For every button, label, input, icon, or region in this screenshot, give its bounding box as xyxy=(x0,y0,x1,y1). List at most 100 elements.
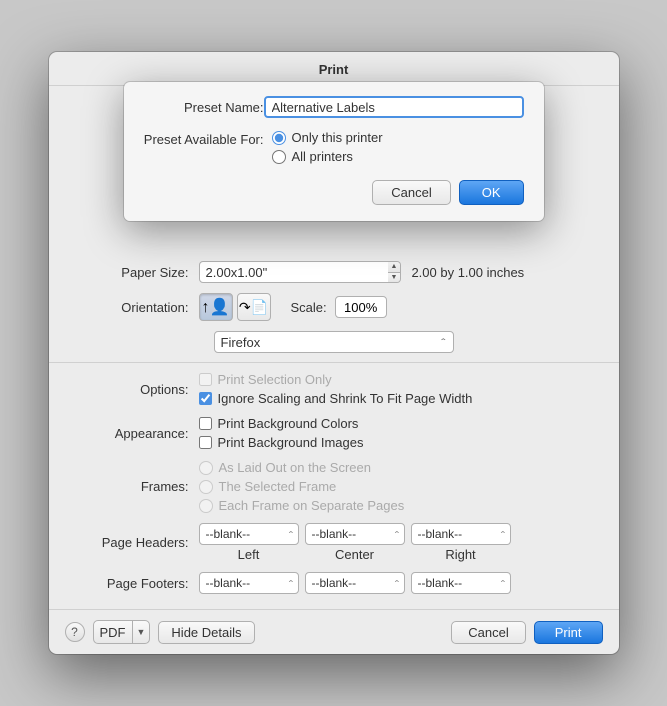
portrait-button[interactable]: ↑👤 xyxy=(199,293,233,321)
print-selection-label: Print Selection Only xyxy=(218,372,332,387)
preset-for-row: Preset Available For: Only this printer … xyxy=(124,124,544,170)
print-bg-images-label: Print Background Images xyxy=(218,435,364,450)
options-group: Print Selection Only Ignore Scaling and … xyxy=(199,372,473,406)
paper-size-stepper: ▲ ▼ xyxy=(388,261,402,283)
print-bg-colors-option[interactable]: Print Background Colors xyxy=(199,416,364,431)
portrait-icon: ↑👤 xyxy=(202,297,230,317)
paper-size-label: Paper Size: xyxy=(69,265,199,280)
orientation-buttons: ↑👤 ↷📄 xyxy=(199,293,271,321)
scale-input[interactable] xyxy=(335,296,387,318)
firefox-select-wrapper: Firefox xyxy=(214,331,454,353)
paper-size-select-wrapper: ▲ ▼ xyxy=(199,261,402,283)
headers-container: --blank-- --blank-- --blank-- xyxy=(199,523,511,562)
header-right-select[interactable]: --blank-- xyxy=(411,523,511,545)
frame-selected-option: The Selected Frame xyxy=(199,479,405,494)
pdf-label: PDF xyxy=(94,625,132,640)
modal-ok-button[interactable]: OK xyxy=(459,180,524,205)
print-dialog: Print Preset Name: Preset Available For:… xyxy=(49,52,619,654)
frame-as-laid-out-label: As Laid Out on the Screen xyxy=(219,460,371,475)
preset-modal: Preset Name: Preset Available For: Only … xyxy=(124,82,544,221)
footer-center-wrapper: --blank-- xyxy=(305,572,405,594)
modal-buttons: Cancel OK xyxy=(124,170,544,205)
scale-label: Scale: xyxy=(291,300,327,315)
scale-group: Scale: xyxy=(291,296,387,318)
page-footers-row: Page Footers: --blank-- --blank-- --blan… xyxy=(49,567,619,599)
footer-center-select[interactable]: --blank-- xyxy=(305,572,405,594)
paper-size-row: Paper Size: ▲ ▼ 2.00 by 1.00 inches xyxy=(49,256,619,288)
cancel-button[interactable]: Cancel xyxy=(451,621,525,644)
print-bg-colors-checkbox[interactable] xyxy=(199,417,212,430)
orientation-label: Orientation: xyxy=(69,300,199,315)
modal-cancel-button[interactable]: Cancel xyxy=(372,180,450,205)
paper-size-up-arrow[interactable]: ▲ xyxy=(388,262,401,273)
only-this-printer-radio[interactable] xyxy=(272,131,286,145)
print-button[interactable]: Print xyxy=(534,621,603,644)
preset-radio-group: Only this printer All printers xyxy=(272,130,383,164)
ignore-scaling-checkbox[interactable] xyxy=(199,392,212,405)
help-button[interactable]: ? xyxy=(65,622,85,642)
page-headers-label: Page Headers: xyxy=(69,535,199,550)
dialog-title: Print xyxy=(49,52,619,86)
frames-row: Frames: As Laid Out on the Screen The Se… xyxy=(49,455,619,518)
frame-as-laid-out-radio xyxy=(199,461,213,475)
print-bg-colors-label: Print Background Colors xyxy=(218,416,359,431)
header-right-wrapper: --blank-- xyxy=(411,523,511,545)
print-bg-images-checkbox[interactable] xyxy=(199,436,212,449)
frames-label: Frames: xyxy=(69,479,199,494)
landscape-button[interactable]: ↷📄 xyxy=(237,293,271,321)
page-headers-row: Page Headers: --blank-- --blank-- xyxy=(49,518,619,567)
pdf-dropdown-arrow: ▼ xyxy=(132,621,150,643)
headers-selects: --blank-- --blank-- --blank-- xyxy=(199,523,511,545)
frame-as-laid-out-option: As Laid Out on the Screen xyxy=(199,460,405,475)
footers-selects: --blank-- --blank-- --blank-- xyxy=(199,572,511,594)
header-left-select[interactable]: --blank-- xyxy=(199,523,299,545)
dialog-bottom: ? PDF ▼ Hide Details Cancel Print xyxy=(49,609,619,654)
footer-right-wrapper: --blank-- xyxy=(411,572,511,594)
footer-left-select[interactable]: --blank-- xyxy=(199,572,299,594)
preset-available-label: Preset Available For: xyxy=(144,130,264,147)
preset-name-row: Preset Name: xyxy=(124,82,544,124)
only-this-printer-label: Only this printer xyxy=(292,130,383,145)
frame-each-separate-option: Each Frame on Separate Pages xyxy=(199,498,405,513)
hide-details-button[interactable]: Hide Details xyxy=(158,621,254,644)
only-this-printer-option[interactable]: Only this printer xyxy=(272,130,383,145)
all-printers-radio[interactable] xyxy=(272,150,286,164)
frames-group: As Laid Out on the Screen The Selected F… xyxy=(199,460,405,513)
appearance-label: Appearance: xyxy=(69,426,199,441)
options-label: Options: xyxy=(69,382,199,397)
paper-size-down-arrow[interactable]: ▼ xyxy=(388,273,401,283)
ignore-scaling-option[interactable]: Ignore Scaling and Shrink To Fit Page Wi… xyxy=(199,391,473,406)
header-center-select[interactable]: --blank-- xyxy=(305,523,405,545)
appearance-group: Print Background Colors Print Background… xyxy=(199,416,364,450)
preset-name-input[interactable] xyxy=(264,96,524,118)
all-printers-option[interactable]: All printers xyxy=(272,149,383,164)
preset-name-label: Preset Name: xyxy=(144,100,264,115)
page-footers-label: Page Footers: xyxy=(69,576,199,591)
footer-left-wrapper: --blank-- xyxy=(199,572,299,594)
footer-right-select[interactable]: --blank-- xyxy=(411,572,511,594)
orientation-row: Orientation: ↑👤 ↷📄 Scale: xyxy=(49,288,619,326)
appearance-row: Appearance: Print Background Colors Prin… xyxy=(49,411,619,455)
print-bg-images-option[interactable]: Print Background Images xyxy=(199,435,364,450)
firefox-row: Firefox xyxy=(49,326,619,358)
frame-selected-label: The Selected Frame xyxy=(219,479,337,494)
header-left-wrapper: --blank-- xyxy=(199,523,299,545)
header-center-wrapper: --blank-- xyxy=(305,523,405,545)
section-divider-1 xyxy=(49,362,619,363)
print-selection-option: Print Selection Only xyxy=(199,372,473,387)
all-printers-label: All printers xyxy=(292,149,353,164)
print-selection-checkbox xyxy=(199,373,212,386)
options-row: Options: Print Selection Only Ignore Sca… xyxy=(49,367,619,411)
frame-each-separate-label: Each Frame on Separate Pages xyxy=(219,498,405,513)
paper-size-input[interactable] xyxy=(199,261,389,283)
dialog-content: Paper Size: ▲ ▼ 2.00 by 1.00 inches Orie… xyxy=(49,246,619,609)
firefox-select[interactable]: Firefox xyxy=(214,331,454,353)
landscape-icon: ↷📄 xyxy=(239,299,268,316)
ignore-scaling-label: Ignore Scaling and Shrink To Fit Page Wi… xyxy=(218,391,473,406)
pdf-button[interactable]: PDF ▼ xyxy=(93,620,151,644)
headers-col-labels: Left Center Right xyxy=(199,547,511,562)
paper-size-info: 2.00 by 1.00 inches xyxy=(411,265,524,280)
frame-selected-radio xyxy=(199,480,213,494)
frame-each-separate-radio xyxy=(199,499,213,513)
left-col-label: Left xyxy=(199,547,299,562)
